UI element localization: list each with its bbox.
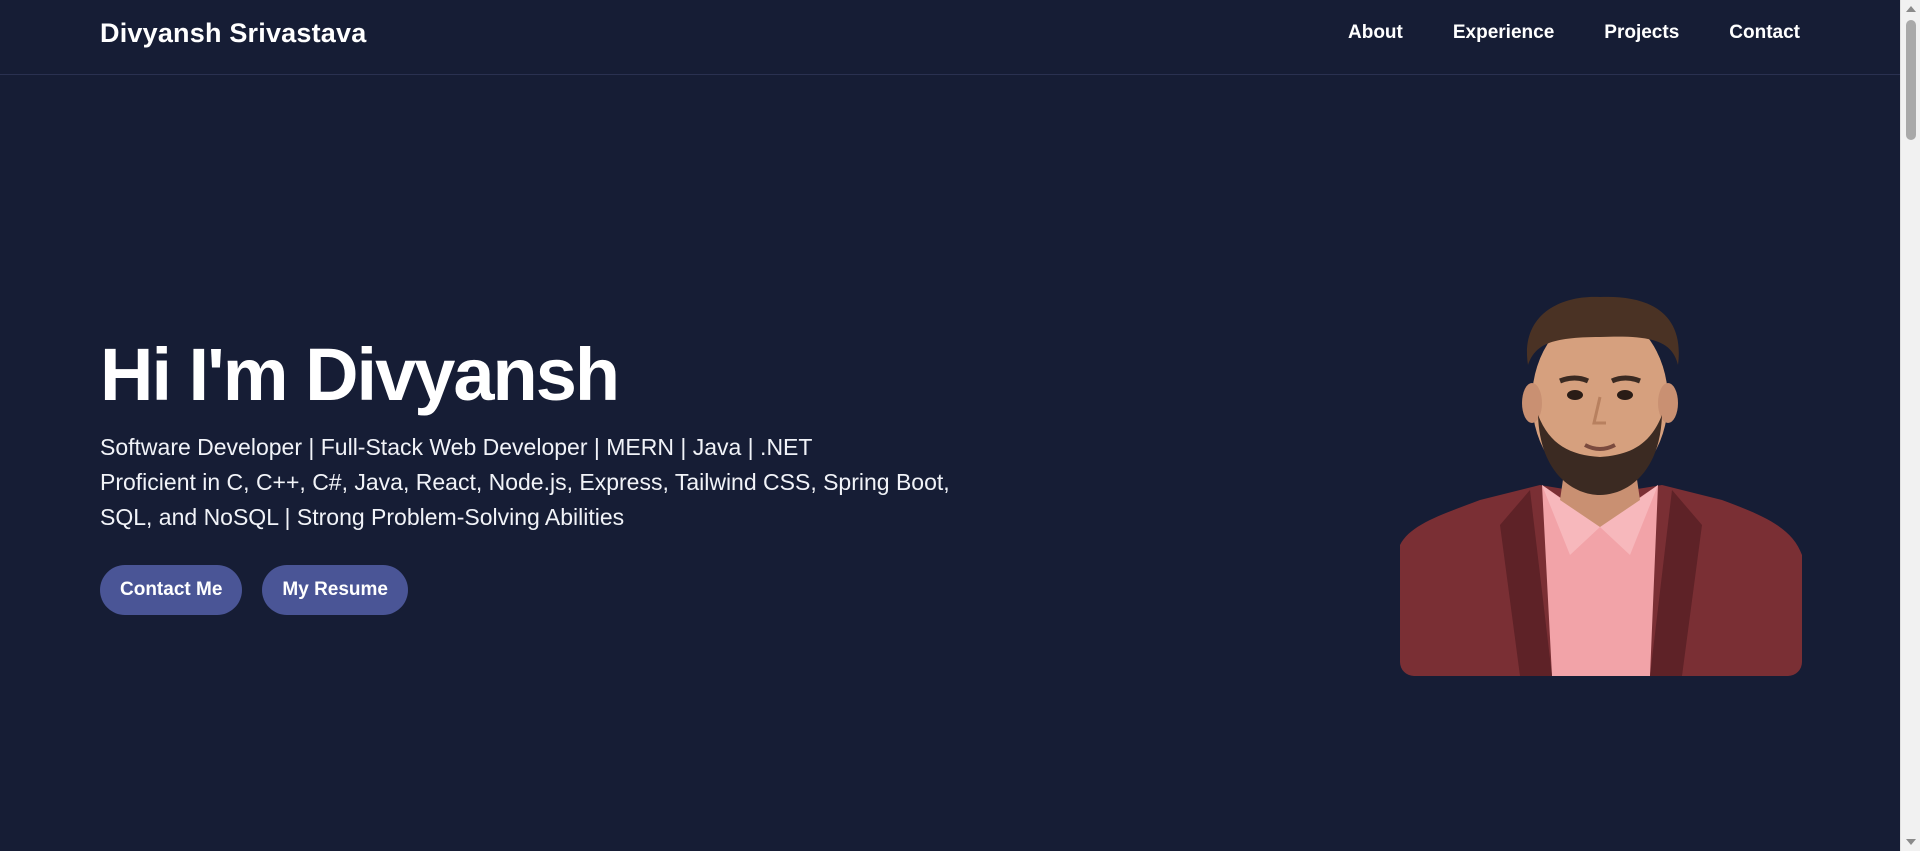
nav-projects[interactable]: Projects bbox=[1604, 22, 1679, 44]
contact-me-button[interactable]: Contact Me bbox=[100, 565, 243, 615]
scroll-thumb[interactable] bbox=[1906, 20, 1916, 140]
site-header: Divyansh Srivastava About Experience Pro… bbox=[0, 0, 1900, 75]
nav-about[interactable]: About bbox=[1348, 22, 1403, 44]
portfolio-page: Divyansh Srivastava About Experience Pro… bbox=[0, 0, 1920, 851]
hero-subtitle-line-3: SQL, and NoSQL | Strong Problem-Solving … bbox=[100, 504, 625, 530]
site-brand[interactable]: Divyansh Srivastava bbox=[100, 18, 366, 49]
main-nav: About Experience Projects Contact bbox=[1348, 22, 1800, 44]
hero-subtitle-line-2: Proficient in C, C++, C#, Java, React, N… bbox=[100, 469, 950, 495]
scroll-down-icon[interactable] bbox=[1906, 839, 1916, 845]
hero-buttons: Contact Me My Resume bbox=[100, 565, 980, 615]
hero-subtitle-line-1: Software Developer | Full-Stack Web Deve… bbox=[100, 434, 813, 460]
nav-contact[interactable]: Contact bbox=[1729, 22, 1800, 44]
my-resume-button[interactable]: My Resume bbox=[262, 565, 409, 615]
profile-photo bbox=[1400, 295, 1802, 676]
hero-subtitle: Software Developer | Full-Stack Web Deve… bbox=[100, 430, 980, 535]
nav-experience[interactable]: Experience bbox=[1453, 22, 1554, 44]
hero-title: Hi I'm Divyansh bbox=[100, 333, 620, 416]
page-scrollbar[interactable] bbox=[1900, 0, 1920, 851]
scroll-up-icon[interactable] bbox=[1906, 6, 1916, 12]
hero-section: Hi I'm Divyansh Software Developer | Ful… bbox=[100, 338, 980, 615]
